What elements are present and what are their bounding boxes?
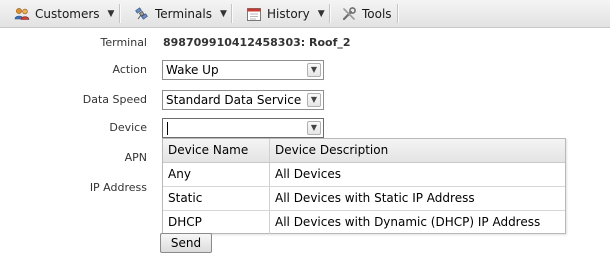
calendar-icon xyxy=(246,6,262,22)
send-button[interactable]: Send xyxy=(160,233,212,253)
menu-separator xyxy=(119,4,121,23)
dropdown-option-any[interactable]: Any All Devices xyxy=(163,163,565,187)
menu-separator xyxy=(329,4,331,23)
data-speed-select[interactable]: Standard Data Service ▼ xyxy=(162,90,324,110)
menu-customers-label: Customers xyxy=(35,6,100,21)
dropdown-option-static[interactable]: Static All Devices with Static IP Addres… xyxy=(163,187,565,211)
device-select[interactable]: ▼ xyxy=(162,118,324,138)
menu-separator xyxy=(231,4,233,23)
menu-separator xyxy=(397,4,399,23)
column-header-device-description: Device Description xyxy=(275,143,389,157)
menu-history-label: History xyxy=(267,6,310,21)
chevron-down-icon: ▼ xyxy=(317,8,325,19)
device-dropdown-list: Device Name Device Description Any All D… xyxy=(162,138,566,234)
dropdown-option-dhcp[interactable]: DHCP All Devices with Dynamic (DHCP) IP … xyxy=(163,211,565,235)
chevron-down-icon[interactable]: ▼ xyxy=(307,93,321,107)
device-label: Device xyxy=(109,121,147,134)
terminal-value: 898709910412458303: Roof_2 xyxy=(163,36,351,49)
menu-tools[interactable]: Tools xyxy=(341,0,392,27)
data-speed-label: Data Speed xyxy=(82,93,147,106)
option-name: Any xyxy=(163,163,270,186)
ip-address-label: IP Address xyxy=(89,181,147,194)
apn-label: APN xyxy=(124,151,147,164)
column-header-device-name: Device Name xyxy=(163,139,270,162)
users-icon xyxy=(14,6,30,22)
option-description: All Devices xyxy=(275,167,341,181)
option-description: All Devices with Static IP Address xyxy=(275,191,475,205)
chevron-down-icon[interactable]: ▼ xyxy=(307,121,321,135)
option-name: Static xyxy=(163,187,270,210)
chevron-down-icon[interactable]: ▼ xyxy=(307,63,321,77)
menubar: Customers ▼ Terminals ▼ History ▼ Tools xyxy=(0,0,610,28)
menu-terminals[interactable]: Terminals ▼ xyxy=(134,0,227,27)
option-description: All Devices with Dynamic (DHCP) IP Addre… xyxy=(275,215,541,229)
terminal-label: Terminal xyxy=(100,36,148,49)
action-select-value: Wake Up xyxy=(166,63,219,77)
menu-history[interactable]: History ▼ xyxy=(246,0,325,27)
action-label: Action xyxy=(112,63,147,76)
dropdown-header-row: Device Name Device Description xyxy=(163,139,565,163)
chevron-down-icon: ▼ xyxy=(107,8,115,19)
tools-icon xyxy=(341,6,357,22)
menu-tools-label: Tools xyxy=(362,6,392,21)
menu-customers[interactable]: Customers ▼ xyxy=(14,0,114,27)
data-speed-select-value: Standard Data Service xyxy=(166,93,302,107)
chevron-down-icon: ▼ xyxy=(219,8,227,19)
action-select[interactable]: Wake Up ▼ xyxy=(162,60,324,80)
menu-terminals-label: Terminals xyxy=(155,6,212,21)
text-cursor xyxy=(167,122,168,135)
option-name: DHCP xyxy=(163,211,270,234)
satellite-icon xyxy=(134,6,150,22)
